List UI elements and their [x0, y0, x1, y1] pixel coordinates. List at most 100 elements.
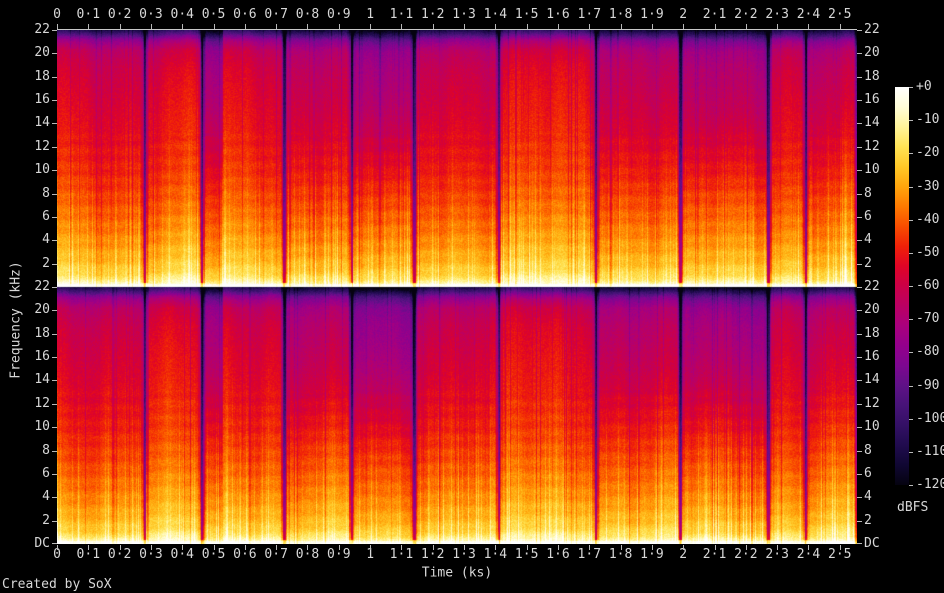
x-tick-label-top: 0·8 [295, 7, 320, 22]
y-tick-left [52, 310, 57, 312]
x-tick-bottom [526, 545, 528, 550]
x-tick-top [370, 24, 372, 29]
y-tick-left [52, 170, 57, 172]
colorbar-tick [909, 385, 913, 387]
x-tick-label-top: 0 [53, 7, 61, 22]
x-tick-top [401, 24, 403, 29]
colorbar-tick-label: -100 [916, 410, 944, 426]
colorbar-tick-label: +0 [916, 79, 932, 94]
x-tick-bottom [370, 545, 372, 550]
x-tick-label-top: 0·4 [170, 7, 194, 22]
y-tick-left [52, 473, 57, 475]
y-tick-right [857, 520, 862, 522]
x-tick-label-top: 0·1 [76, 7, 101, 22]
x-tick-top [714, 24, 716, 29]
y-tick-label-right: 22 [864, 22, 880, 37]
x-tick-bottom [808, 545, 810, 550]
x-tick-top [276, 24, 278, 29]
x-tick-label-top: 1·3 [452, 7, 476, 22]
y-tick-label-left: 2 [42, 512, 50, 528]
x-tick-bottom [432, 545, 434, 550]
y-tick-right [857, 123, 862, 125]
y-tick-right [857, 497, 862, 499]
x-tick-label-top: 2 [679, 7, 688, 22]
colorbar-tick [909, 418, 913, 420]
y-tick-left [52, 427, 57, 429]
y-dc-tick-right [857, 543, 862, 544]
x-tick-label-top: 0·9 [327, 7, 351, 22]
y-tick-label-right: 14 [864, 115, 880, 131]
y-tick-label-left: 4 [42, 489, 50, 505]
y-tick-left [52, 216, 57, 218]
y-tick-right [857, 100, 862, 102]
top-axis-line [57, 29, 857, 30]
x-tick-label-top: 1·2 [420, 7, 445, 22]
y-tick-right [857, 403, 862, 405]
colorbar-tick-label: -20 [916, 145, 940, 161]
x-tick-label-top: 1·7 [577, 7, 602, 22]
x-tick-bottom [401, 545, 403, 550]
x-tick-bottom [119, 545, 121, 550]
x-tick-bottom [464, 545, 466, 550]
x-tick-top [620, 24, 622, 29]
x-tick-bottom [213, 545, 215, 550]
y-dc-tick-left [52, 543, 57, 544]
y-tick-label-left: 4 [42, 232, 50, 248]
x-tick-top [557, 24, 559, 29]
colorbar-tick-label: -120 [916, 477, 944, 492]
x-tick-bottom [651, 545, 653, 550]
colorbar-tick-label: -30 [916, 178, 940, 194]
y-tick-left [52, 520, 57, 522]
x-axis-title: Time (ks) [421, 565, 493, 581]
x-tick-top [839, 24, 841, 29]
x-tick-bottom [745, 545, 747, 550]
y-tick-left [52, 30, 57, 31]
x-tick-top [244, 24, 246, 29]
y-tick-label-right: 16 [864, 349, 880, 365]
x-tick-top [745, 24, 747, 29]
x-tick-top [651, 24, 653, 29]
y-tick-right [857, 146, 862, 148]
x-tick-label-top: 2·2 [734, 7, 758, 22]
colorbar-title: dBFS [897, 500, 929, 515]
x-tick-bottom [307, 545, 309, 550]
y-tick-left [52, 357, 57, 359]
y-tick-right [857, 357, 862, 359]
colorbar-tick-label: -10 [916, 112, 940, 128]
y-dc-label-left: DC [34, 536, 50, 551]
y-tick-label-left: 16 [34, 92, 50, 108]
y-tick-label-right: 8 [864, 442, 872, 458]
x-tick-top [464, 24, 466, 29]
y-tick-left [52, 240, 57, 242]
x-tick-bottom [244, 545, 246, 550]
x-tick-bottom [57, 545, 58, 550]
x-tick-top [495, 24, 497, 29]
colorbar-tick-label: -80 [916, 344, 940, 360]
x-tick-label-top: 1·8 [608, 7, 633, 22]
y-tick-label-left: 8 [42, 185, 50, 201]
x-tick-label-top: 2·1 [702, 7, 727, 22]
x-tick-bottom [182, 545, 184, 550]
colorbar-tick [909, 120, 913, 122]
x-tick-top [808, 24, 810, 29]
colorbar-tick-label: -40 [916, 211, 940, 227]
colorbar-tick-label: -70 [916, 311, 940, 327]
y-tick-left [52, 287, 57, 288]
colorbar-tick [909, 352, 913, 354]
y-tick-label-right: 18 [864, 325, 880, 341]
y-tick-right [857, 76, 862, 78]
x-tick-bottom [88, 545, 90, 550]
y-axis-title: Frequency (kHz) [8, 261, 24, 379]
x-tick-top [307, 24, 309, 29]
y-tick-label-left: 14 [34, 115, 50, 131]
y-tick-label-right: 6 [864, 208, 872, 224]
y-tick-left [52, 146, 57, 148]
y-tick-label-right: 20 [864, 302, 880, 318]
y-tick-right [857, 193, 862, 195]
y-tick-right [857, 333, 862, 335]
y-dc-label-right: DC [864, 536, 880, 551]
x-tick-top [213, 24, 215, 29]
y-tick-right [857, 310, 862, 312]
colorbar-tick-label: -110 [916, 443, 944, 459]
x-tick-top [432, 24, 434, 29]
